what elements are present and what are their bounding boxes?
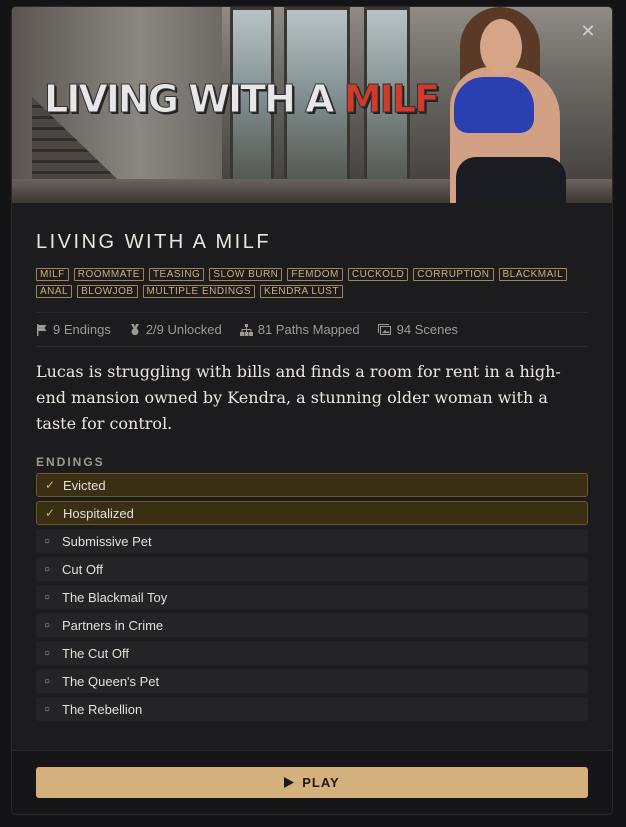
character-top	[454, 77, 534, 133]
tag-badge[interactable]: TEASING	[148, 268, 205, 281]
circle-icon: ○	[44, 591, 51, 603]
modal-footer: PLAY	[12, 750, 612, 814]
play-button[interactable]: PLAY	[36, 767, 588, 798]
ending-label: The Cut Off	[62, 645, 129, 661]
ending-item[interactable]: ○ Partners in Crime	[36, 613, 588, 637]
ending-item[interactable]: ○ Cut Off	[36, 557, 588, 581]
stat-paths: 81 Paths Mapped	[239, 322, 360, 337]
medal-icon	[130, 323, 139, 335]
ending-item[interactable]: ○ Submissive Pet	[36, 529, 588, 553]
endings-list: ✓ Evicted ✓ Hospitalized ○ Submissive Pet ○ Cut…	[36, 473, 588, 721]
game-description: Lucas is struggling with bills and finds…	[36, 362, 561, 433]
stats-bar: 9 Endings 2/9 Unlocked 81 Paths Mapped 9…	[36, 312, 588, 347]
modal-content: LIVING WITH A MILF MILF ROOMMATE TEASING SL…	[12, 231, 612, 721]
endings-heading: ENDINGS	[36, 455, 105, 469]
ending-label: The Rebellion	[62, 701, 143, 717]
stat-unlocked-label: 2/9 Unlocked	[145, 322, 222, 337]
logo-main: LIVING WITH A	[44, 77, 336, 122]
tag-badge[interactable]: MILF	[36, 268, 69, 281]
ending-item[interactable]: ○ The Rebellion	[36, 697, 588, 721]
flag-icon	[37, 323, 47, 336]
tag-badge[interactable]: CORRUPTION	[413, 268, 494, 281]
ending-label: Evicted	[63, 477, 106, 493]
ending-label: The Blackmail Toy	[62, 589, 168, 605]
game-detail-modal: LIVING WITH A MILF ✕ LIVING WITH A MILF …	[12, 7, 612, 814]
stat-scenes-label: 94 Scenes	[396, 322, 459, 337]
tag-badge[interactable]: MULTIPLE ENDINGS	[142, 285, 256, 298]
ending-item[interactable]: ○ The Blackmail Toy	[36, 585, 588, 609]
ending-label: Cut Off	[62, 561, 103, 577]
tag-badge[interactable]: ANAL	[36, 285, 73, 298]
circle-icon: ○	[44, 703, 51, 715]
tag-list: MILF ROOMMATE TEASING SLOW BURN FEMDOM CUCKOL…	[36, 268, 588, 298]
tag-badge[interactable]: FEMDOM	[287, 268, 343, 281]
stat-unlocked: 2/9 Unlocked	[129, 322, 222, 337]
sitemap-icon	[239, 323, 253, 336]
check-icon: ✓	[45, 506, 56, 520]
game-logo: LIVING WITH A MILF	[44, 77, 441, 122]
tag-badge[interactable]: CUCKOLD	[347, 268, 409, 281]
hero-banner: LIVING WITH A MILF ✕	[12, 7, 612, 203]
play-label: PLAY	[302, 775, 340, 790]
ending-label: Submissive Pet	[62, 533, 152, 549]
circle-icon: ○	[44, 675, 51, 687]
ending-label: Partners in Crime	[62, 617, 164, 633]
ending-item[interactable]: ✓ Evicted	[36, 473, 588, 497]
stat-endings-label: 9 Endings	[53, 322, 111, 337]
game-title: LIVING WITH A MILF	[36, 231, 272, 253]
close-icon[interactable]: ✕	[576, 19, 600, 43]
stat-endings: 9 Endings	[36, 322, 111, 337]
circle-icon: ○	[44, 647, 51, 659]
stat-scenes: 94 Scenes	[377, 322, 459, 337]
character-pants	[456, 157, 566, 203]
stat-paths-label: 81 Paths Mapped	[257, 322, 360, 337]
character-face	[480, 19, 522, 75]
ending-item[interactable]: ○ The Queen's Pet	[36, 669, 588, 693]
play-icon	[284, 777, 295, 788]
ending-label: The Queen's Pet	[62, 673, 160, 689]
tag-badge[interactable]: SLOW BURN	[209, 268, 283, 281]
ending-item[interactable]: ○ The Cut Off	[36, 641, 588, 665]
circle-icon: ○	[44, 535, 51, 547]
tag-badge[interactable]: KENDRA LUST	[260, 285, 343, 298]
tag-badge[interactable]: BLOWJOB	[77, 285, 138, 298]
logo-accent: MILF	[343, 77, 440, 122]
tag-badge[interactable]: ROOMMATE	[73, 268, 144, 281]
ending-item[interactable]: ✓ Hospitalized	[36, 501, 588, 525]
hero-character	[442, 7, 572, 203]
circle-icon: ○	[44, 563, 51, 575]
ending-label: Hospitalized	[63, 505, 134, 521]
check-icon: ✓	[45, 478, 56, 492]
tag-badge[interactable]: BLACKMAIL	[498, 268, 568, 281]
circle-icon: ○	[44, 619, 51, 631]
images-icon	[377, 323, 391, 335]
